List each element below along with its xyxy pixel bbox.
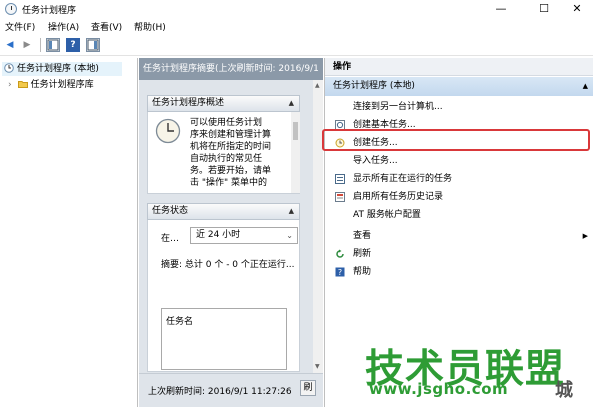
toolbar-divider [40, 38, 41, 52]
tree-item-local[interactable]: 任务计划程序 (本地) [2, 62, 122, 76]
scroll-up-icon[interactable]: ▲ [315, 82, 320, 89]
toolbar: ◀ ▶ ? [0, 34, 593, 56]
history-icon [335, 192, 345, 202]
close-button[interactable]: ✕ [562, 0, 592, 18]
help-button[interactable]: ? [66, 38, 80, 52]
collapse-icon[interactable]: ▲ [583, 77, 588, 96]
scroll-down-icon[interactable]: ▼ [315, 363, 320, 370]
tree-item-label: 任务计划程序 (本地) [17, 64, 99, 74]
status-section-header[interactable]: 任务状态 ▲ [147, 203, 300, 220]
action-view[interactable]: 查看 ▶ [325, 227, 593, 245]
range-select[interactable]: 近 24 小时 ⌄ [190, 227, 298, 244]
show-action-pane-button[interactable] [86, 38, 100, 52]
svg-text:?: ? [338, 268, 342, 277]
task-list[interactable]: 任务名 [161, 308, 287, 370]
chevron-down-icon: ⌄ [286, 231, 293, 240]
summary-scrollbar[interactable]: ▲ ▼ [313, 80, 323, 373]
menu-file[interactable]: 文件(F) [5, 20, 35, 33]
refresh-icon [336, 249, 344, 258]
forward-button[interactable]: ▶ [20, 38, 34, 52]
overview-body: 可以使用任务计划 序来创建和管理计算 机将在所指定的时间 自动执行的常见任 务。… [147, 112, 300, 194]
pane-icon [87, 39, 99, 51]
menu-view[interactable]: 查看(V) [91, 20, 122, 33]
menu-bar: 文件(F) 操作(A) 查看(V) 帮助(H) [0, 18, 593, 34]
clock-icon [5, 3, 17, 15]
minimize-button[interactable]: — [486, 0, 516, 18]
running-tasks-icon [335, 174, 345, 184]
overview-scrollbar[interactable] [291, 112, 300, 193]
summary-footer: 上次刷新时间: 2016/9/1 11:27:26 刷 [139, 373, 323, 407]
clock-icon [4, 63, 14, 73]
menu-action[interactable]: 操作(A) [48, 20, 79, 33]
show-tree-button[interactable] [46, 38, 60, 52]
action-show-running[interactable]: 显示所有正在运行的任务 [325, 170, 593, 188]
expand-icon[interactable]: › [8, 80, 12, 90]
section-title: 任务状态 [152, 206, 189, 216]
back-button[interactable]: ◀ [3, 38, 17, 52]
maximize-button[interactable]: ☐ [529, 0, 559, 18]
status-summary: 摘要: 总计 0 个 - 0 个正在运行... [161, 260, 295, 270]
summary-header: 任务计划程序摘要(上次刷新时间: 2016/9/1 [139, 58, 323, 80]
overview-text: 可以使用任务计划 序来创建和管理计算 机将在所指定的时间 自动执行的常见任 务。… [190, 118, 272, 188]
action-refresh[interactable]: 刷新 [325, 245, 593, 263]
console-tree: 任务计划程序 (本地) › 任务计划程序库 [0, 58, 138, 407]
highlight-box [322, 129, 590, 151]
section-title: 任务计划程序概述 [152, 98, 225, 108]
overview-section-header[interactable]: 任务计划程序概述 ▲ [147, 95, 300, 112]
action-help[interactable]: ? 帮助 [325, 263, 593, 281]
window-title: 任务计划程序 [22, 6, 77, 16]
watermark-corner-text: 城 [555, 380, 573, 401]
actions-group-header[interactable]: 任务计划程序 (本地) ▲ [325, 77, 593, 96]
action-import-task[interactable]: 导入任务... [325, 152, 593, 170]
clock-icon [155, 118, 181, 147]
last-refresh-text: 上次刷新时间: 2016/9/1 11:27:26 [148, 387, 292, 397]
group-title: 任务计划程序 (本地) [333, 81, 415, 91]
actions-title: 操作 [325, 58, 593, 76]
action-enable-history[interactable]: 启用所有任务历史记录 [325, 188, 593, 206]
collapse-icon[interactable]: ▲ [289, 96, 294, 111]
range-value: 近 24 小时 [196, 230, 241, 240]
status-body: 在… 近 24 小时 ⌄ 摘要: 总计 0 个 - 0 个正在运行... 任务名 [147, 220, 300, 372]
range-label: 在… [161, 234, 180, 244]
action-connect[interactable]: 连接到另一台计算机... [325, 98, 593, 116]
submenu-arrow-icon: ▶ [582, 232, 588, 240]
pane-icon [47, 39, 59, 51]
help-icon: ? [335, 267, 345, 277]
scroll-thumb[interactable] [293, 122, 298, 140]
menu-help[interactable]: 帮助(H) [134, 20, 166, 33]
tree-item-library[interactable]: › 任务计划程序库 [8, 78, 136, 92]
action-at-service-config[interactable]: AT 服务帐户配置 [325, 206, 593, 224]
title-bar: 任务计划程序 — ☐ ✕ [0, 0, 593, 18]
summary-pane: 任务计划程序摘要(上次刷新时间: 2016/9/1 任务计划程序概述 ▲ 可以使… [139, 58, 323, 407]
task-name-column-header[interactable]: 任务名 [166, 314, 193, 327]
folder-icon [17, 79, 28, 89]
collapse-icon[interactable]: ▲ [289, 204, 294, 219]
watermark-url: www.jsgho.com [369, 380, 509, 398]
tree-item-label: 任务计划程序库 [30, 80, 94, 90]
refresh-button[interactable]: 刷 [300, 380, 316, 396]
